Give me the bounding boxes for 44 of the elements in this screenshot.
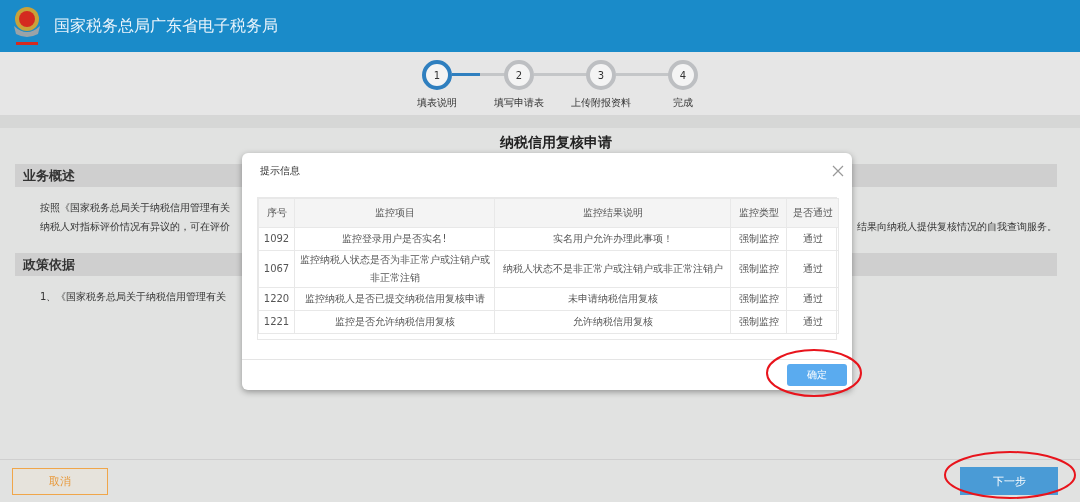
table-cell: 未申请纳税信用复核 [494,287,731,311]
column-header: 监控结果说明 [494,198,731,228]
step-label: 上传附报资料 [571,96,631,110]
next-button[interactable]: 下一步 [960,467,1058,495]
page-title: 纳税信用复核申请 [500,134,612,152]
table-cell: 允许纳税信用复核 [494,310,731,334]
table-cell: 1092 [258,227,295,251]
step-label: 填写申请表 [494,96,544,110]
column-header: 监控项目 [294,198,495,228]
step-label: 完成 [673,96,693,110]
table-cell: 强制监控 [730,287,787,311]
table-cell: 监控登录用户是否实名! [294,227,495,251]
step-circle: 1 [422,60,452,90]
table-cell: 实名用户允许办理此事项！ [494,227,731,251]
table-cell: 监控纳税人状态是否为非正常户或注销户或非正常注销 [294,250,495,288]
table-cell: 强制监控 [730,227,787,251]
table-cell: 1221 [258,310,295,334]
cancel-button[interactable]: 取消 [12,467,108,495]
dialog-title: 提示信息 [260,164,300,178]
table-cell: 强制监控 [730,310,787,334]
close-icon[interactable] [832,165,844,177]
column-header: 是否通过 [786,198,839,228]
paragraph-text: 结果向纳税人提供复核情况的自我查询服务。 [857,220,1057,234]
paragraph-text: 1、《国家税务总局关于纳税信用管理有关 [40,290,227,304]
table-cell: 监控纳税人是否已提交纳税信用复核申请 [294,287,495,311]
paragraph-text: 按照《国家税务总局关于纳税信用管理有关 [40,201,230,215]
step-label: 填表说明 [417,96,457,110]
confirm-button[interactable]: 确定 [787,364,847,386]
table-cell: 1220 [258,287,295,311]
column-header: 序号 [258,198,295,228]
table-cell: 1067 [258,250,295,288]
step-circle: 3 [586,60,616,90]
table-cell: 通过 [786,227,839,251]
step-circle: 2 [504,60,534,90]
paragraph-text: 纳税人对指标评价情况有异议的，可在评价 [40,220,230,234]
site-title: 国家税务总局广东省电子税务局 [54,15,278,37]
table-cell: 监控是否允许纳税信用复核 [294,310,495,334]
step-circle: 4 [668,60,698,90]
column-header: 监控类型 [730,198,787,228]
table-cell: 强制监控 [730,250,787,288]
table-cell: 纳税人状态不是非正常户或注销户或非正常注销户 [494,250,731,288]
table-cell: 通过 [786,250,839,288]
table-cell: 通过 [786,287,839,311]
table-cell: 通过 [786,310,839,334]
